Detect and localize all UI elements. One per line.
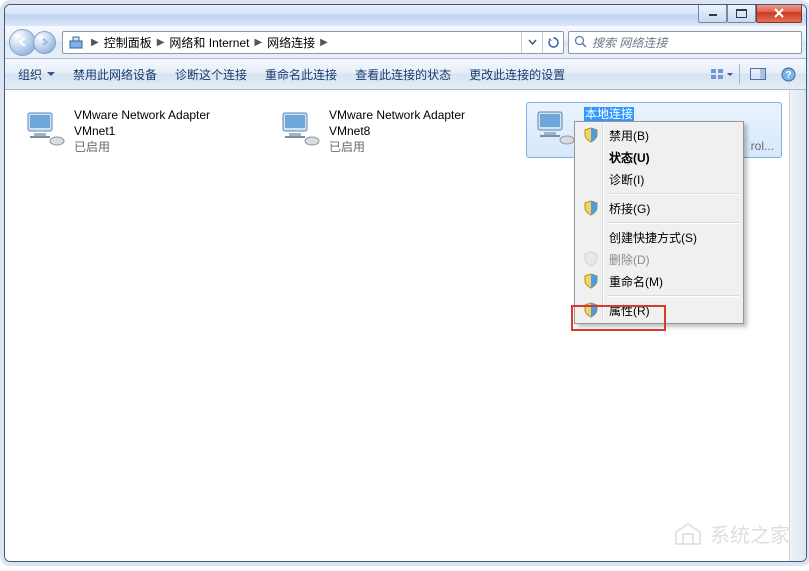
location-icon <box>66 32 86 52</box>
menu-properties[interactable]: 属性(R) <box>577 299 741 321</box>
breadcrumb-item[interactable]: 网络和 Internet <box>166 34 252 51</box>
organize-menu[interactable]: 组织 <box>9 60 64 89</box>
menu-disable[interactable]: 禁用(B) <box>577 124 741 146</box>
scrollbar[interactable] <box>789 90 806 562</box>
menu-diagnose[interactable]: 诊断(I) <box>577 168 741 190</box>
network-adapter-icon <box>20 107 68 151</box>
adapter-name: 本地连接 <box>584 107 634 121</box>
help-button[interactable]: ? <box>774 62 802 86</box>
menu-bridge[interactable]: 桥接(G) <box>577 197 741 219</box>
network-adapter-icon <box>530 106 578 150</box>
separator <box>607 295 739 296</box>
svg-text:?: ? <box>785 70 791 81</box>
menu-status[interactable]: 状态(U) <box>577 146 741 168</box>
adapter-status: 已启用 <box>329 139 465 155</box>
menu-rename[interactable]: 重命名(M) <box>577 270 741 292</box>
separator <box>607 193 739 194</box>
window-controls <box>698 4 802 23</box>
shield-icon <box>583 302 599 318</box>
adapter-name: VMware Network Adapter <box>74 107 210 123</box>
search-placeholder: 搜索 网络连接 <box>592 34 667 51</box>
view-mode-button[interactable] <box>707 62 735 86</box>
adapter-name2: VMnet1 <box>74 123 210 139</box>
search-box[interactable]: 搜索 网络连接 <box>568 31 802 54</box>
disable-device-button[interactable]: 禁用此网络设备 <box>64 60 166 89</box>
context-menu: 禁用(B) 状态(U) 诊断(I) 桥接(G) 创建快捷方式(S) 删除(D) … <box>574 121 744 324</box>
adapter-name2: VMnet8 <box>329 123 465 139</box>
search-icon <box>574 35 588 49</box>
adapter-name: VMware Network Adapter <box>329 107 465 123</box>
breadcrumb-item[interactable]: 控制面板 <box>101 34 155 51</box>
adapter-item[interactable]: VMware Network Adapter VMnet8 已启用 <box>271 103 521 159</box>
shield-icon <box>583 251 599 267</box>
close-button[interactable] <box>756 4 802 23</box>
preview-pane-button[interactable] <box>744 62 772 86</box>
refresh-button[interactable] <box>542 32 563 53</box>
diagnose-button[interactable]: 诊断这个连接 <box>166 60 256 89</box>
adapter-status: 已启用 <box>74 139 210 155</box>
shield-icon <box>583 200 599 216</box>
chevron-right-icon: ▶ <box>318 37 330 48</box>
command-toolbar: 组织 禁用此网络设备 诊断这个连接 重命名此连接 查看此连接的状态 更改此连接的… <box>5 59 806 90</box>
shield-icon <box>583 127 599 143</box>
navigation-bar: ▶ 控制面板 ▶ 网络和 Internet ▶ 网络连接 ▶ 搜索 网络连接 <box>5 26 806 59</box>
back-button[interactable] <box>9 29 36 56</box>
shield-icon <box>583 273 599 289</box>
change-settings-button[interactable]: 更改此连接的设置 <box>460 60 574 89</box>
address-bar[interactable]: ▶ 控制面板 ▶ 网络和 Internet ▶ 网络连接 ▶ <box>62 31 564 54</box>
maximize-button[interactable] <box>727 4 756 23</box>
separator <box>739 64 740 84</box>
breadcrumb-item[interactable]: 网络连接 <box>264 34 318 51</box>
menu-shortcut[interactable]: 创建快捷方式(S) <box>577 226 741 248</box>
watermark: 系统之家 <box>672 519 790 548</box>
chevron-right-icon: ▶ <box>252 37 264 48</box>
explorer-window: ▶ 控制面板 ▶ 网络和 Internet ▶ 网络连接 ▶ 搜索 网络连接 组… <box>4 4 807 562</box>
minimize-button[interactable] <box>698 4 727 23</box>
chevron-right-icon: ▶ <box>155 37 167 48</box>
menu-delete: 删除(D) <box>577 248 741 270</box>
history-dropdown[interactable] <box>521 32 542 53</box>
titlebar <box>5 5 806 26</box>
separator <box>607 222 739 223</box>
forward-button[interactable] <box>33 31 56 54</box>
chevron-right-icon: ▶ <box>89 37 101 48</box>
adapter-item[interactable]: VMware Network Adapter VMnet1 已启用 <box>16 103 266 159</box>
view-status-button[interactable]: 查看此连接的状态 <box>346 60 460 89</box>
nav-arrows <box>9 29 56 56</box>
content-area: VMware Network Adapter VMnet1 已启用 VMware… <box>5 90 806 562</box>
rename-button[interactable]: 重命名此连接 <box>256 60 346 89</box>
network-adapter-icon <box>275 107 323 151</box>
